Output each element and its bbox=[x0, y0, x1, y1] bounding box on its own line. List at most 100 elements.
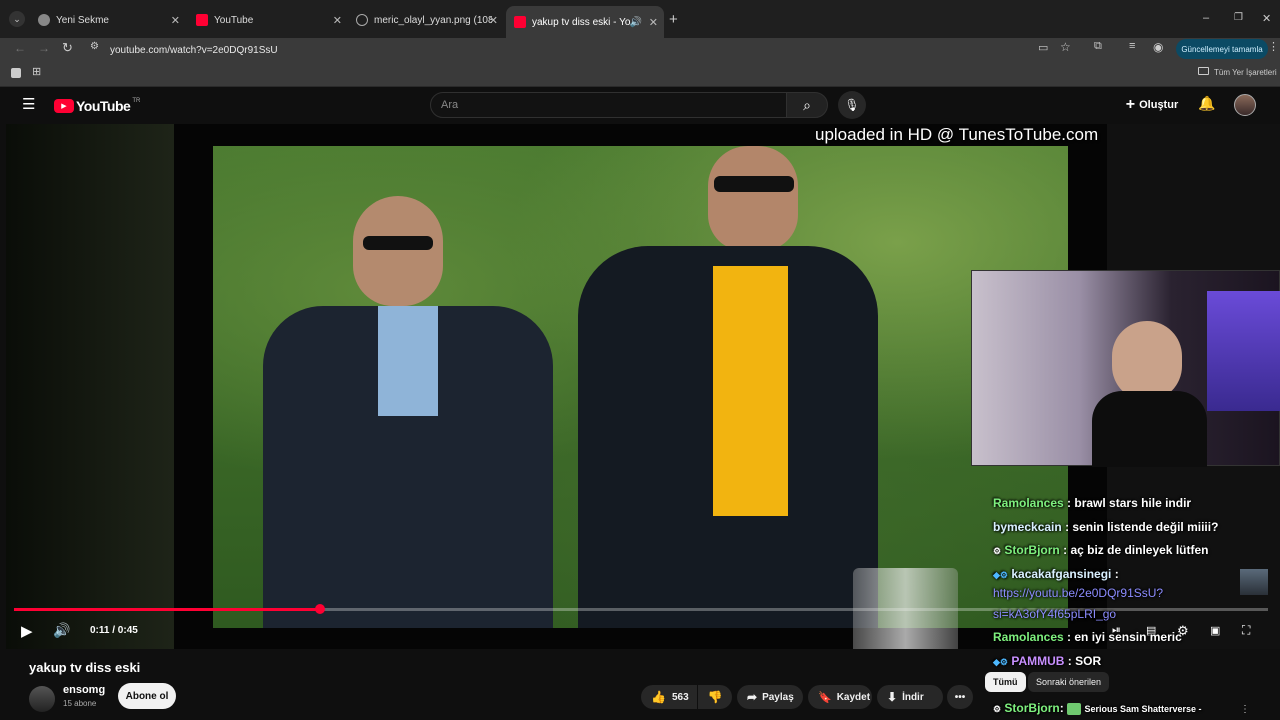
dislike-button[interactable]: 👎 bbox=[698, 685, 732, 709]
video-title: yakup tv diss eski bbox=[29, 660, 141, 675]
progress-bar-played bbox=[14, 608, 320, 611]
chat-message: Ramolances : en iyi sensin meric bbox=[993, 630, 1182, 644]
update-label: Güncellemeyi tamamla bbox=[1181, 44, 1263, 54]
channel-name[interactable]: ensomg bbox=[63, 684, 105, 696]
search-input[interactable]: Ara bbox=[430, 92, 787, 118]
share-arrow-icon: ➦ bbox=[747, 690, 758, 704]
like-count: 563 bbox=[671, 691, 689, 703]
minimize-icon[interactable]: – bbox=[1203, 12, 1209, 24]
chat-message: bymeckcain : senin listende değil miiii? bbox=[993, 520, 1218, 534]
audio-playing-icon[interactable]: 🔊 bbox=[630, 17, 642, 28]
profile-icon[interactable]: ◉ bbox=[1153, 40, 1163, 54]
chat-message: ◆⚙ kacakafgansinegi : bbox=[993, 567, 1119, 581]
tab-list-chevron-icon[interactable]: ⌄ bbox=[9, 11, 25, 27]
close-tab-icon[interactable]: ✕ bbox=[171, 14, 180, 27]
microphone-icon: 🎙 bbox=[844, 98, 860, 112]
voice-search-button[interactable]: 🎙 bbox=[838, 91, 866, 119]
sidebar-toggle-icon[interactable] bbox=[11, 68, 21, 78]
browser-menu-icon[interactable]: ⋮ bbox=[1268, 40, 1279, 53]
thumbs-down-icon: 👎 bbox=[707, 690, 723, 704]
update-button[interactable]: Güncellemeyi tamamla bbox=[1176, 39, 1268, 59]
new-tab-button[interactable]: + bbox=[669, 11, 678, 28]
account-avatar[interactable] bbox=[1234, 94, 1256, 116]
chip-all-label: Tümü bbox=[993, 677, 1018, 687]
tab-title: Yeni Sekme bbox=[56, 14, 109, 26]
fullscreen-icon[interactable]: ⛶ bbox=[1242, 623, 1250, 638]
tab-yakup-tv[interactable]: yakup tv diss eski - YouTub 🔊 ✕ bbox=[506, 6, 664, 38]
chip-next[interactable]: Sonraki önerilen bbox=[1028, 672, 1110, 692]
miniplayer-icon[interactable]: ▣ bbox=[1210, 624, 1220, 637]
person-left-figure bbox=[263, 196, 553, 628]
region-code: TR bbox=[132, 98, 141, 104]
tab-image[interactable]: meric_olayl_yyan.png (1080×19 ✕ bbox=[350, 8, 504, 32]
forward-icon[interactable]: → bbox=[38, 41, 50, 55]
install-app-icon[interactable]: ▭ bbox=[1038, 41, 1048, 54]
bookmarks-bar: ⊞ Tüm Yer İşaretleri bbox=[0, 62, 1280, 87]
search-placeholder: Ara bbox=[441, 99, 459, 111]
bookmark-star-icon[interactable]: ☆ bbox=[1060, 40, 1071, 54]
suggestion-thumbnail[interactable] bbox=[1240, 569, 1268, 595]
folder-icon bbox=[1198, 67, 1209, 75]
more-dots-icon: ••• bbox=[954, 691, 966, 703]
hamburger-menu-icon[interactable]: ☰ bbox=[22, 95, 35, 113]
address-bar[interactable]: youtube.com/watch?v=2e0DQr91SsU bbox=[110, 40, 1010, 60]
tab-title: meric_olayl_yyan.png (1080×19 bbox=[374, 14, 492, 26]
extensions-icon[interactable]: ⧉ bbox=[1094, 40, 1102, 53]
progress-scrubber[interactable] bbox=[315, 604, 325, 614]
chat-badge-icon: ⚙ bbox=[993, 704, 1002, 714]
notifications-bell-icon[interactable]: 🔔 bbox=[1198, 95, 1215, 112]
restore-icon[interactable]: ❐ bbox=[1234, 12, 1243, 23]
play-button-icon[interactable]: ▶ bbox=[21, 622, 33, 640]
tab-new-tab[interactable]: Yeni Sekme ✕ bbox=[32, 8, 186, 32]
chrome-icon bbox=[38, 14, 50, 26]
chat-text: : senin listende değil miiii? bbox=[1065, 520, 1219, 534]
save-button[interactable]: 🔖 Kaydet bbox=[808, 685, 872, 709]
chat-user: Ramolances bbox=[993, 630, 1064, 644]
chat-message: ◆⚙ PAMMUB : SOR bbox=[993, 654, 1101, 668]
suggestion-more-icon[interactable]: ⋮ bbox=[1240, 704, 1250, 715]
more-actions-button[interactable]: ••• bbox=[947, 685, 973, 709]
close-tab-icon[interactable]: ✕ bbox=[489, 14, 498, 27]
youtube-masthead: ☰ ▶ YouTube TR Ara ⌕ 🎙 + Oluştur 🔔 bbox=[0, 87, 1280, 124]
back-icon[interactable]: ← bbox=[14, 41, 26, 55]
create-label: Oluştur bbox=[1139, 99, 1179, 111]
video-thumbnail-photo bbox=[213, 146, 1068, 628]
site-info-icon[interactable]: ⚙ bbox=[90, 41, 99, 52]
chat-text: : brawl stars hile indir bbox=[1067, 496, 1192, 510]
url-text: youtube.com/watch?v=2e0DQr91SsU bbox=[110, 44, 278, 56]
search-icon: ⌕ bbox=[803, 96, 811, 113]
close-window-icon[interactable]: ✕ bbox=[1262, 12, 1271, 25]
chat-link[interactable]: https://youtu.be/2e0DQr91SsU? bbox=[993, 586, 1163, 600]
chat-user: kacakafgansinegi bbox=[1011, 567, 1112, 581]
subscribe-button[interactable]: Abone ol bbox=[118, 683, 176, 709]
close-tab-icon[interactable]: ✕ bbox=[333, 14, 342, 27]
chat-text: : bbox=[1059, 701, 1068, 715]
all-bookmarks-link[interactable]: Tüm Yer İşaretleri bbox=[1214, 68, 1277, 77]
chat-link[interactable]: si=kA3ofY4f65pLRI_go bbox=[993, 607, 1116, 621]
reload-icon[interactable]: ↻ bbox=[62, 40, 73, 56]
youtube-icon bbox=[514, 16, 526, 28]
chat-text: : SOR bbox=[1067, 654, 1102, 668]
chip-all[interactable]: Tümü bbox=[985, 672, 1026, 692]
close-tab-icon[interactable]: ✕ bbox=[649, 16, 658, 29]
like-button[interactable]: 👍 563 bbox=[641, 685, 697, 709]
create-button[interactable]: + Oluştur bbox=[1122, 92, 1182, 118]
chat-badge-icon: ◆⚙ bbox=[993, 570, 1008, 580]
chat-text: : en iyi sensin meric bbox=[1067, 630, 1182, 644]
streamer-webcam-overlay bbox=[971, 270, 1280, 467]
apps-grid-icon[interactable]: ⊞ bbox=[32, 65, 41, 78]
tab-youtube[interactable]: YouTube ✕ bbox=[190, 8, 348, 32]
youtube-logo[interactable]: ▶ YouTube TR bbox=[54, 97, 140, 115]
volume-icon[interactable]: 🔊 bbox=[53, 622, 70, 639]
channel-avatar[interactable] bbox=[29, 686, 55, 712]
chat-message: ⚙ StorBjorn: Serious Sam Shatterverse - bbox=[993, 701, 1202, 715]
download-button[interactable]: ⬇ İndir bbox=[877, 685, 943, 709]
chat-user: PAMMUB bbox=[1011, 654, 1065, 668]
media-controls-icon[interactable]: ≡ bbox=[1129, 40, 1135, 52]
chat-text: https://youtu.be/2e0DQr91SsU? bbox=[993, 586, 1164, 600]
browser-toolbar: ← → ↻ ⚙ youtube.com/watch?v=2e0DQr91SsU … bbox=[0, 38, 1280, 62]
share-label: Paylaş bbox=[762, 691, 794, 703]
globe-icon bbox=[356, 14, 368, 26]
search-button[interactable]: ⌕ bbox=[786, 92, 828, 118]
share-button[interactable]: ➦ Paylaş bbox=[737, 685, 803, 709]
